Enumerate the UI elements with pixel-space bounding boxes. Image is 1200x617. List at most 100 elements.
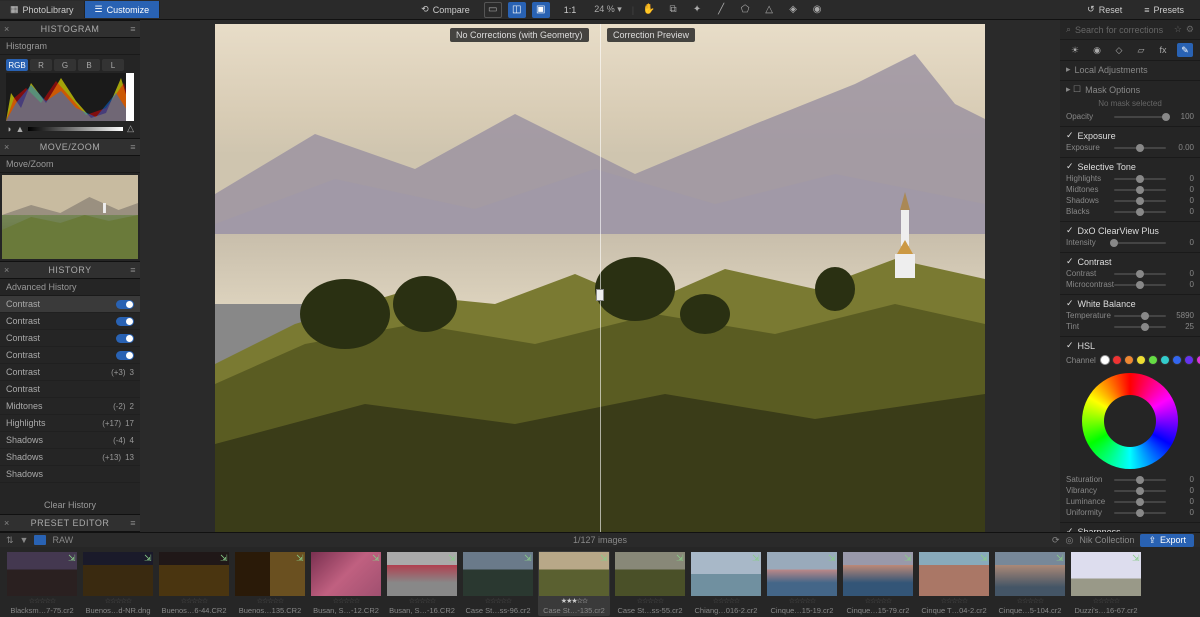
exposure-slider[interactable]: Exposure 0.00 [1066,143,1194,152]
local-adjustments-header[interactable]: ▸ Local Adjustments [1066,64,1194,75]
hsl-color-wheel[interactable] [1082,373,1178,469]
channel-g-button[interactable]: G [54,59,76,71]
light-tab-icon[interactable]: ☀ [1067,43,1083,57]
history-item[interactable]: Shadows(+13)13 [0,449,140,466]
channel-b-button[interactable]: B [78,59,100,71]
preset-editor-header[interactable]: × PRESET EDITOR ≡ [0,514,140,532]
hsl-channel-dots[interactable] [1100,353,1200,367]
history-item[interactable]: Highlights(+17)17 [0,415,140,432]
thumbnail[interactable]: ⇲☆☆☆☆☆Case St…ss-55.cr2 [614,551,686,616]
hsl-channel-dot[interactable] [1196,355,1200,365]
highlights-slider[interactable]: Highlights0 [1066,174,1194,183]
local-tab-icon[interactable]: ✎ [1177,43,1193,57]
history-item[interactable]: Midtones(-2)2 [0,398,140,415]
viewer-area[interactable]: No Corrections (with Geometry) Correctio… [140,20,1060,532]
split-view-button[interactable]: ◫ [508,2,526,18]
corrections-search[interactable]: ⌕ Search for corrections ☆ ⚙ [1060,20,1200,40]
panel-menu-icon[interactable]: ≡ [130,142,136,152]
hsl-channel-dot[interactable] [1136,355,1146,365]
rating-stars[interactable]: ☆☆☆☆☆ [941,597,967,605]
close-icon[interactable]: × [4,518,10,528]
close-icon[interactable]: × [4,142,10,152]
tag-tool-icon[interactable]: ◈ [784,2,802,18]
split-grip-icon[interactable] [596,289,604,301]
hsl-channel-dot[interactable] [1172,355,1182,365]
perspective-tool-icon[interactable]: ⬠ [736,2,754,18]
hsl-channel-dot[interactable] [1100,355,1110,365]
microcontrast-slider[interactable]: Microcontrast0 [1066,280,1194,289]
rating-stars[interactable]: ☆☆☆☆☆ [485,597,511,605]
history-item[interactable]: Contrast [0,347,140,364]
wb-header[interactable]: ✓ White Balance [1066,298,1194,309]
presets-button[interactable]: ≡ Presets [1136,3,1192,17]
geometry-tab-icon[interactable]: ▱ [1133,43,1149,57]
thumbnail[interactable]: ⇲☆☆☆☆☆Chiang…016-2.cr2 [690,551,762,616]
histogram-panel-header[interactable]: × HISTOGRAM ≡ [0,20,140,38]
thumbnail[interactable]: ⇲☆☆☆☆☆Busan, S…-12.CR2 [310,551,382,616]
star-icon[interactable]: ☆ [1174,24,1182,35]
rating-stars[interactable]: ☆☆☆☆☆ [409,597,435,605]
close-icon[interactable]: × [4,24,10,34]
upright-tool-icon[interactable]: △ [760,2,778,18]
thumbnail[interactable]: ⇲☆☆☆☆☆Cinque…15-79.cr2 [842,551,914,616]
fit-1to1-button[interactable]: 1:1 [556,3,585,17]
rating-stars[interactable]: ☆☆☆☆☆ [865,597,891,605]
thumbnail[interactable]: ⇲☆☆☆☆☆Duzzi's…16-67.cr2 [1070,551,1142,616]
rating-stars[interactable]: ☆☆☆☆☆ [1093,597,1119,605]
history-item[interactable]: Contrast [0,381,140,398]
thumbnail[interactable]: ⇲☆☆☆☆☆Cinque T…04-2.cr2 [918,551,990,616]
movezoom-panel-header[interactable]: × MOVE/ZOOM ≡ [0,138,140,156]
uniformity-slider[interactable]: Uniformity0 [1066,508,1194,517]
channel-rgb-button[interactable]: RGB [6,59,28,71]
side-view-button[interactable]: ▣ [532,2,550,18]
detail-tab-icon[interactable]: ◇ [1111,43,1127,57]
single-view-button[interactable]: ▭ [484,2,502,18]
clearview-slider[interactable]: Intensity 0 [1066,238,1194,247]
rating-stars[interactable]: ☆☆☆☆☆ [713,597,739,605]
temperature-slider[interactable]: Temperature5890 [1066,311,1194,320]
navigator-thumbnail[interactable] [2,175,138,259]
blacks-slider[interactable]: Blacks0 [1066,207,1194,216]
luminance-slider[interactable]: Luminance0 [1066,497,1194,506]
history-item[interactable]: Contrast(+3)3 [0,364,140,381]
exposure-header[interactable]: ✓ Exposure [1066,130,1194,141]
hsl-channel-dot[interactable] [1148,355,1158,365]
rating-stars[interactable]: ☆☆☆☆☆ [789,597,815,605]
selective-tone-header[interactable]: ✓ Selective Tone [1066,161,1194,172]
channel-l-button[interactable]: L [102,59,124,71]
thumbnail[interactable]: ⇲☆☆☆☆☆Buenos…d-NR.dng [82,551,154,616]
hsl-channel-dot[interactable] [1184,355,1194,365]
crop-tool-icon[interactable]: ⧉ [664,2,682,18]
rating-stars[interactable]: ★★★☆☆ [561,597,587,605]
history-item[interactable]: Shadows [0,466,140,483]
history-toggle[interactable] [116,334,134,343]
close-icon[interactable]: × [4,265,10,275]
shadow-clip-icon[interactable]: ◑ [6,124,11,134]
hand-tool-icon[interactable]: ✋ [640,2,658,18]
thumbnail[interactable]: ⇲★★★☆☆Case St…-135.cr2 [538,551,610,616]
rating-stars[interactable]: ☆☆☆☆☆ [1017,597,1043,605]
rating-stars[interactable]: ☆☆☆☆☆ [29,597,55,605]
history-panel-header[interactable]: × HISTORY ≡ [0,261,140,279]
history-toggle[interactable] [116,300,134,309]
tint-slider[interactable]: Tint25 [1066,322,1194,331]
rating-stars[interactable]: ☆☆☆☆☆ [257,597,283,605]
history-toggle[interactable] [116,317,134,326]
hsl-channel-dot[interactable] [1124,355,1134,365]
clear-history-button[interactable]: Clear History [0,496,140,514]
highlight-clip-icon[interactable]: △ [127,123,134,134]
photolibrary-tab[interactable]: ▦ PhotoLibrary [0,1,85,18]
rating-stars[interactable]: ☆☆☆☆☆ [105,597,131,605]
channel-r-button[interactable]: R [30,59,52,71]
opacity-slider[interactable]: Opacity 100 [1066,112,1194,121]
compare-button[interactable]: ⟲ Compare [413,2,478,17]
history-toggle[interactable] [116,351,134,360]
wand-tool-icon[interactable]: ✦ [688,2,706,18]
thumbnail[interactable]: ⇲☆☆☆☆☆Cinque…15-19.cr2 [766,551,838,616]
thumbnail[interactable]: ⇲☆☆☆☆☆Case St…ss-96.cr2 [462,551,534,616]
eye-tool-icon[interactable]: ◉ [808,2,826,18]
contrast-header[interactable]: ✓ Contrast [1066,256,1194,267]
mask-options-header[interactable]: ▸ ☐ Mask Options [1066,84,1194,95]
panel-menu-icon[interactable]: ≡ [130,518,136,528]
thumbnail[interactable]: ⇲☆☆☆☆☆Cinque…5-104.cr2 [994,551,1066,616]
